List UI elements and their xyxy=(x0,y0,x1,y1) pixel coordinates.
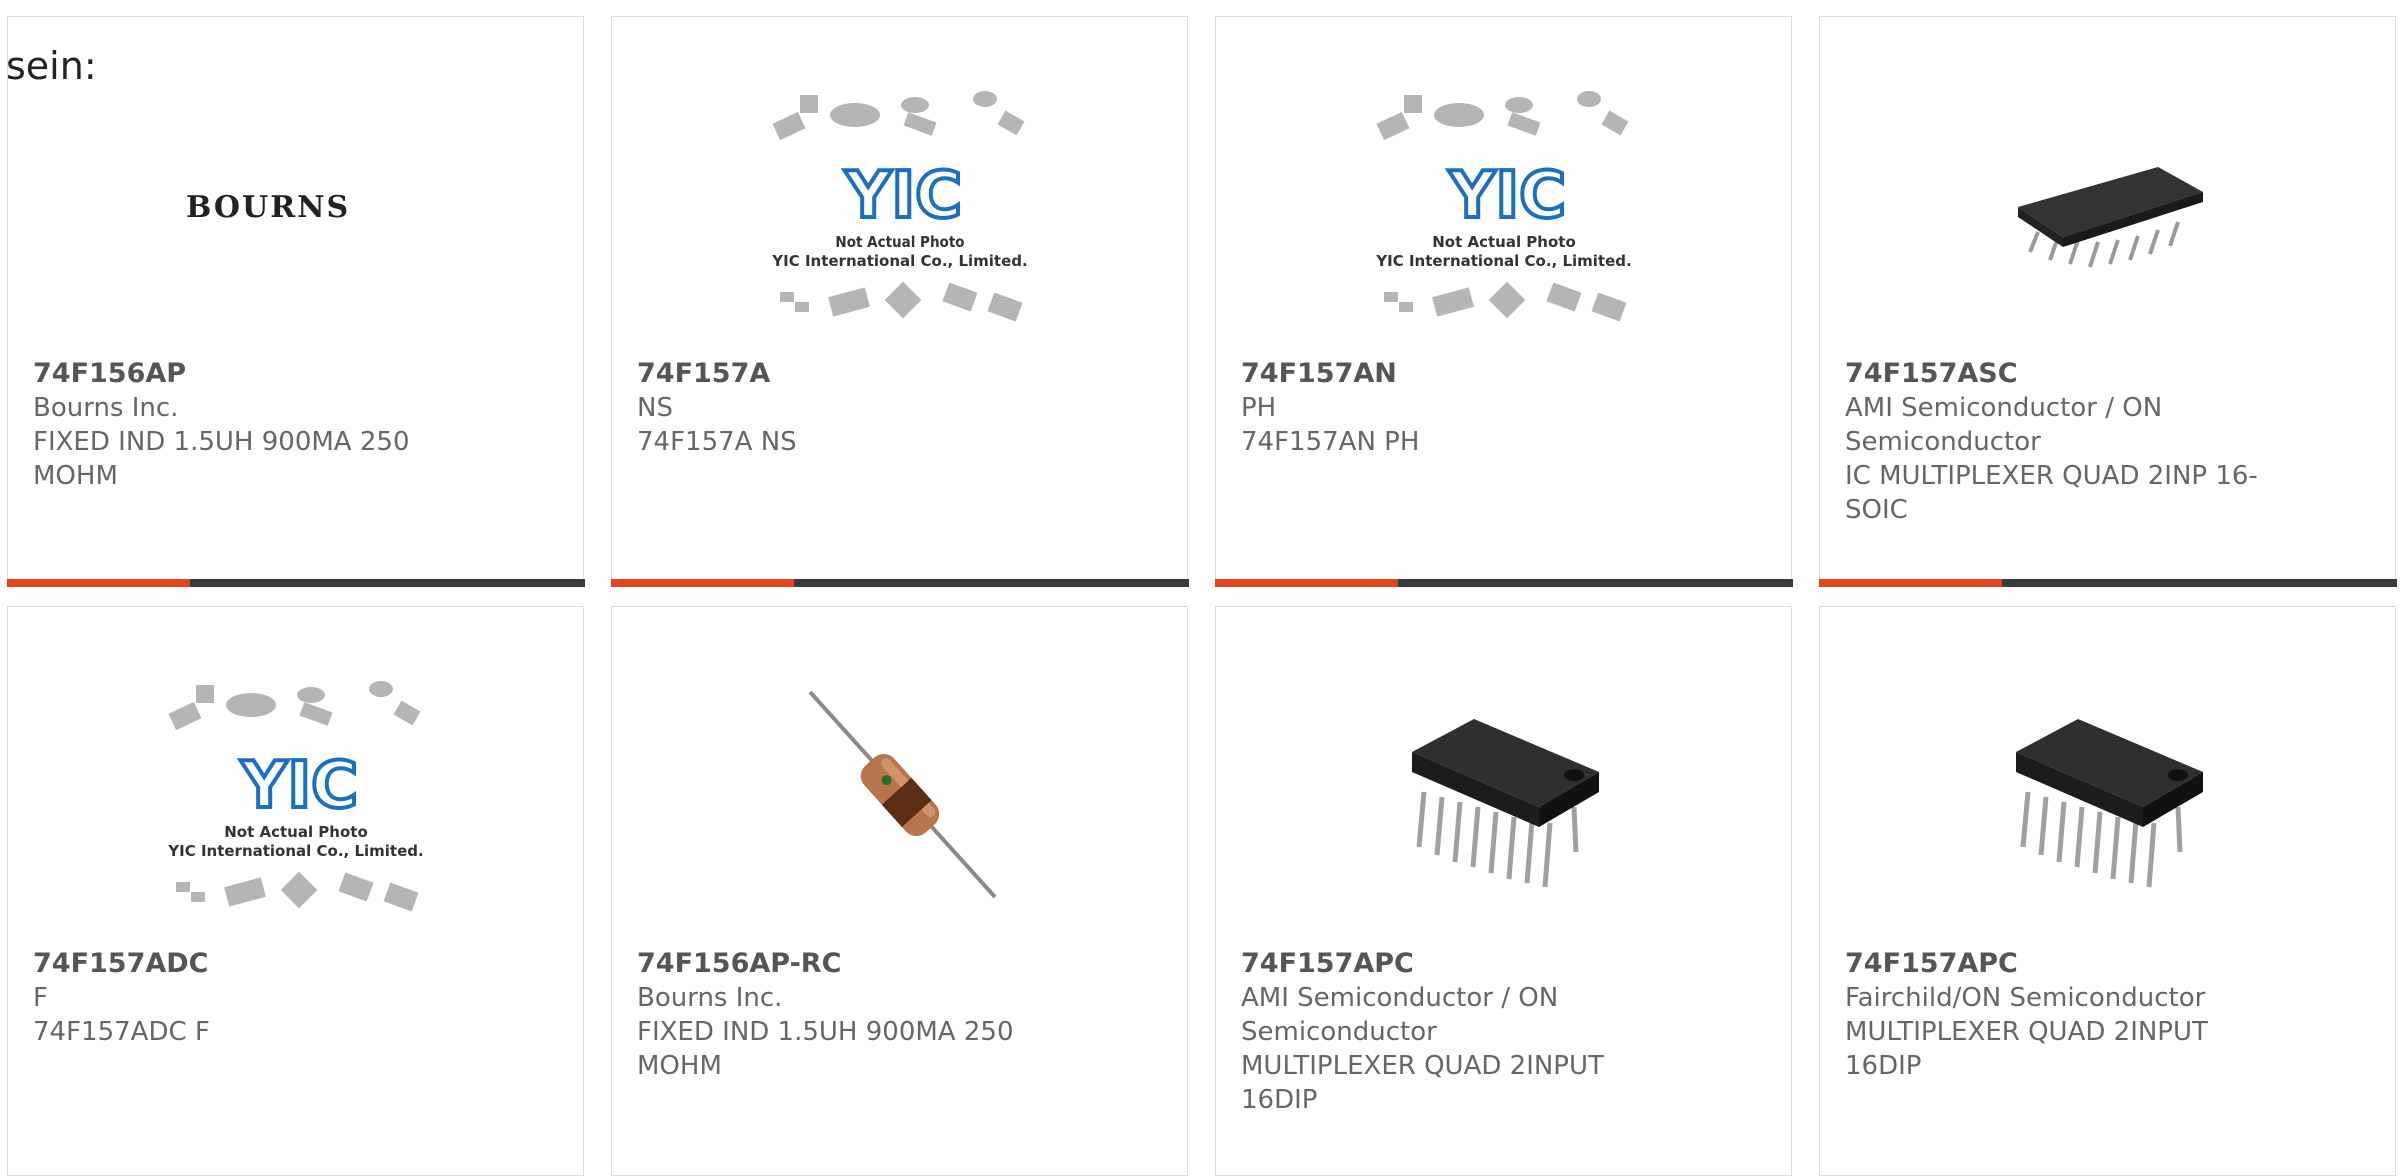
product-image: YIC Not Actual Photo YIC International C… xyxy=(1216,57,1791,357)
description: 74F157AN PH xyxy=(1241,427,1420,457)
description: MULTIPLEXER QUAD 2INPUT 16DIP xyxy=(1845,1017,2208,1081)
part-number[interactable]: 74F157APC xyxy=(1845,947,2370,981)
description: MULTIPLEXER QUAD 2INPUT 16DIP xyxy=(1241,1051,1604,1115)
part-number[interactable]: 74F156AP-RC xyxy=(637,947,1162,981)
svg-text:Not Actual Photo: Not Actual Photo xyxy=(835,233,964,251)
svg-text:YIC: YIC xyxy=(844,159,962,233)
bourns-logo: BOURNS xyxy=(186,190,350,225)
product-image xyxy=(1216,647,1791,947)
product-image xyxy=(1820,647,2395,947)
yic-placeholder-image: YIC Not Actual Photo YIC International C… xyxy=(771,91,1027,322)
card-accent-bar xyxy=(6,578,585,587)
description: FIXED IND 1.5UH 900MA 250 MOHM xyxy=(637,1017,1014,1081)
manufacturer: F xyxy=(33,983,48,1013)
product-image: YIC Not Actual Photo YIC International C… xyxy=(8,647,583,947)
part-number[interactable]: 74F156AP xyxy=(33,357,558,391)
dip-chip-image xyxy=(1411,719,1599,888)
product-image xyxy=(1820,57,2395,357)
manufacturer: AMI Semiconductor / ON Semiconductor xyxy=(1241,983,1559,1047)
yic-placeholder-image: YIC Not Actual Photo YIC International C… xyxy=(167,681,423,912)
product-image: YIC Not Actual Photo YIC International C… xyxy=(612,57,1187,357)
product-card[interactable]: 74F157ASC AMI Semiconductor / ON Semicon… xyxy=(1818,16,2397,587)
svg-text:YIC International Co., Limited: YIC International Co., Limited. xyxy=(1375,252,1631,270)
product-grid: BOURNS 74F156AP Bourns Inc. FIXED IND 1.… xyxy=(0,0,2400,1176)
dip-chip-image xyxy=(2015,719,2203,888)
svg-text:YIC International Co., Limited: YIC International Co., Limited. xyxy=(167,842,423,860)
product-image: BOURNS xyxy=(8,57,583,357)
manufacturer: AMI Semiconductor / ON Semiconductor xyxy=(1845,393,2163,457)
part-number[interactable]: 74F157AN xyxy=(1241,357,1766,391)
product-card[interactable]: YIC Not Actual Photo YIC International C… xyxy=(1214,16,1793,587)
product-card[interactable]: 74F157APC AMI Semiconductor / ON Semicon… xyxy=(1215,606,1792,1176)
description: FIXED IND 1.5UH 900MA 250 MOHM xyxy=(33,427,410,491)
svg-text:Not Actual Photo: Not Actual Photo xyxy=(224,823,368,841)
manufacturer: Bourns Inc. xyxy=(637,983,783,1013)
part-number[interactable]: 74F157ASC xyxy=(1845,357,2370,391)
manufacturer: NS xyxy=(637,393,673,423)
manufacturer: PH xyxy=(1241,393,1277,423)
card-accent-bar xyxy=(610,578,1189,587)
part-number[interactable]: 74F157APC xyxy=(1241,947,1766,981)
svg-text:YIC: YIC xyxy=(240,749,358,823)
manufacturer: Fairchild/ON Semiconductor xyxy=(1845,983,2206,1013)
product-card[interactable]: YIC Not Actual Photo YIC International C… xyxy=(7,606,584,1176)
description: 74F157A NS xyxy=(637,427,797,457)
manufacturer: Bourns Inc. xyxy=(33,393,179,423)
product-card[interactable]: YIC Not Actual Photo YIC International C… xyxy=(610,16,1189,587)
description: IC MULTIPLEXER QUAD 2INP 16-SOIC xyxy=(1845,461,2258,525)
product-card[interactable]: 74F157APC Fairchild/ON Semiconductor MUL… xyxy=(1819,606,2396,1176)
part-number[interactable]: 74F157ADC xyxy=(33,947,558,981)
svg-text:YIC: YIC xyxy=(1448,159,1566,233)
part-number[interactable]: 74F157A xyxy=(637,357,1162,391)
product-card[interactable]: 74F156AP-RC Bourns Inc. FIXED IND 1.5UH … xyxy=(611,606,1188,1176)
svg-text:Not Actual Photo: Not Actual Photo xyxy=(1432,233,1576,251)
soic-chip-image xyxy=(2017,167,2203,268)
lead-text: sein: xyxy=(6,44,97,88)
description: 74F157ADC F xyxy=(33,1017,210,1047)
axial-inductor-image xyxy=(808,690,996,899)
yic-placeholder-image: YIC Not Actual Photo YIC International C… xyxy=(1375,91,1631,322)
product-card[interactable]: BOURNS 74F156AP Bourns Inc. FIXED IND 1.… xyxy=(6,16,585,587)
product-image xyxy=(612,647,1187,947)
card-accent-bar xyxy=(1818,578,2397,587)
svg-text:YIC International Co., Limited: YIC International Co., Limited. xyxy=(771,252,1027,270)
card-accent-bar xyxy=(1214,578,1793,587)
svg-text:BOURNS: BOURNS xyxy=(186,190,350,225)
